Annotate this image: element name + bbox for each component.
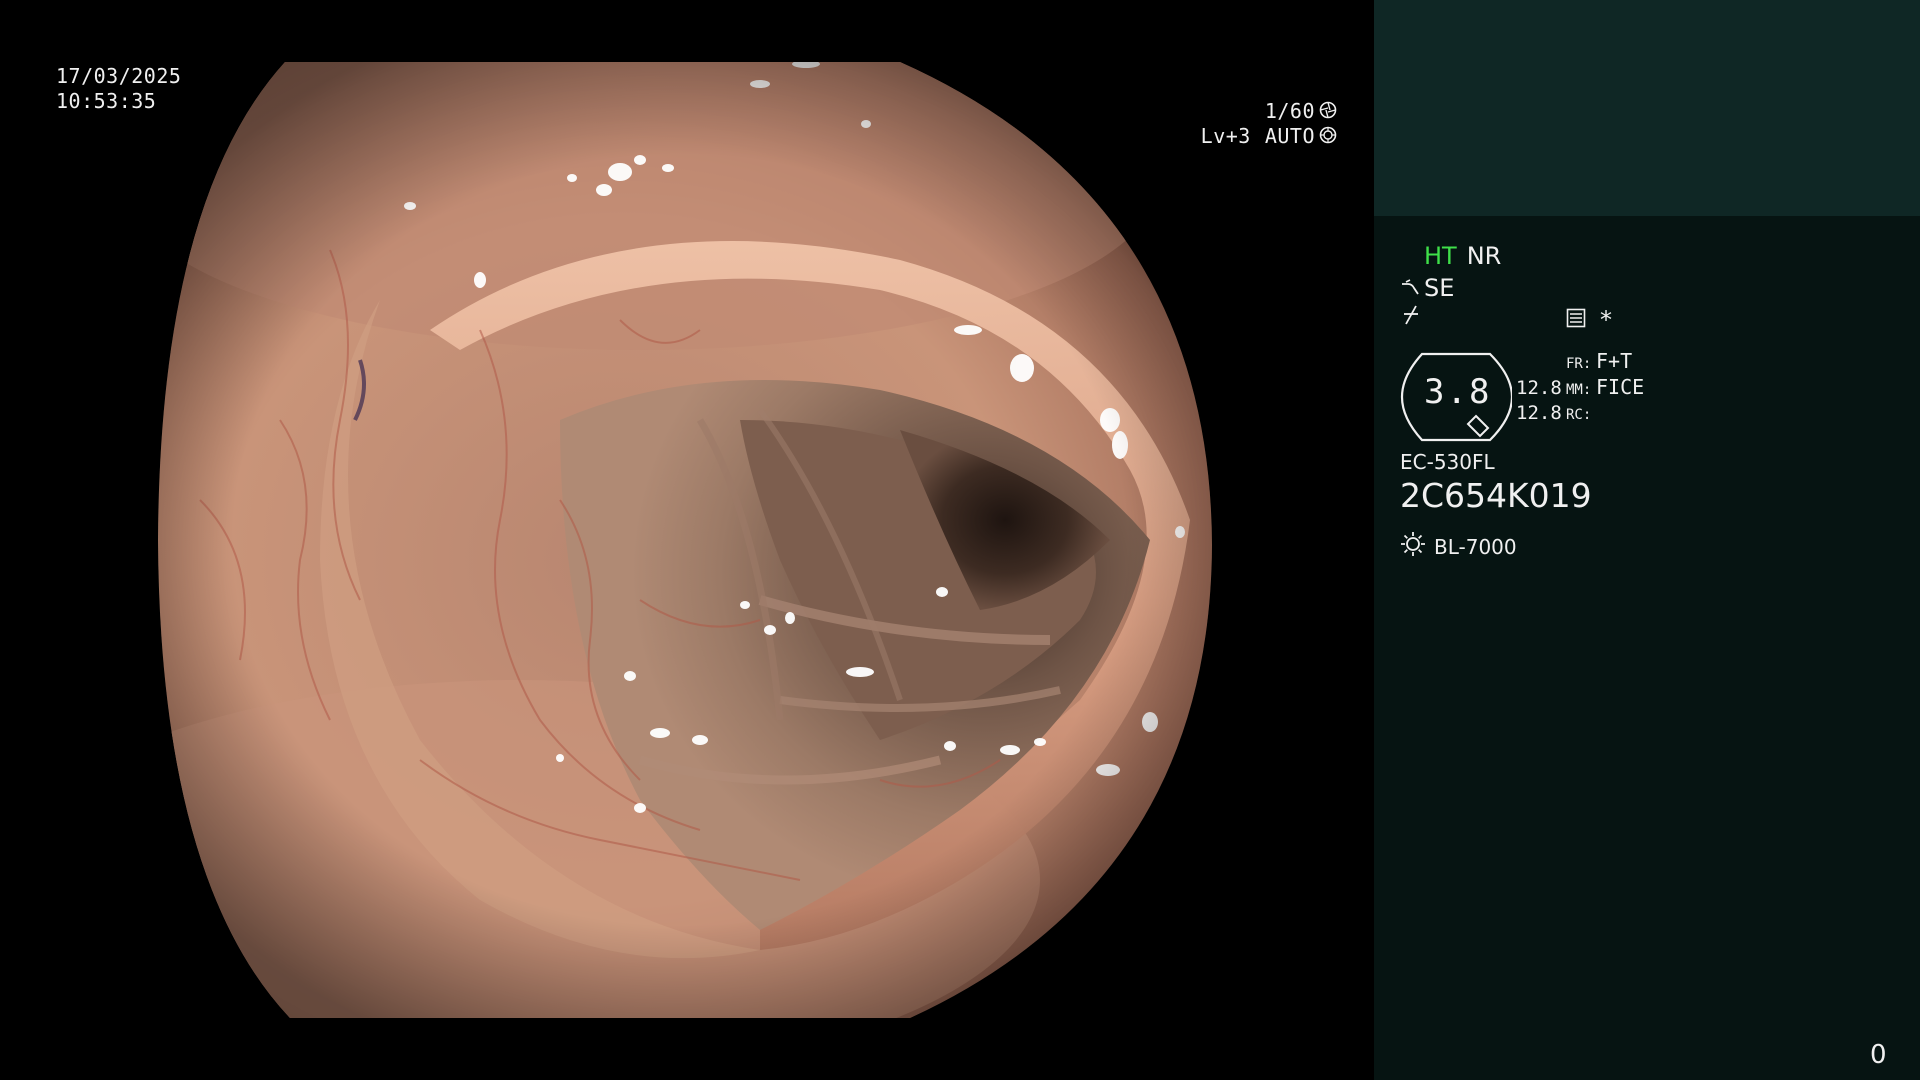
page-counter: 0 <box>1870 1040 1887 1070</box>
zoom-badge: 3.8 <box>1400 352 1514 442</box>
structure-enhancement-row: SE <box>1400 274 1454 302</box>
settings-grid: FR: F+T 12.8 MM: FICE 12.8 RC: <box>1516 348 1644 426</box>
memo-row: * <box>1566 306 1612 334</box>
patient-info-area <box>1374 0 1920 216</box>
memo-mark: * <box>1600 306 1612 334</box>
info-panel: HT NR SE * 3.8 FR: F+T 12.8 MM: FICE 12.… <box>1374 0 1920 1080</box>
light-source-icon <box>1400 531 1426 562</box>
color-tone-row <box>1400 304 1422 332</box>
endoscopy-monitor: 17/03/2025 10:53:35 1/60 Lv+3 AUTO HT NR… <box>0 0 1920 1080</box>
settings-number: 12.8 <box>1516 377 1562 399</box>
endoscopic-image <box>158 62 1212 1018</box>
enhancement-curve-icon <box>1400 274 1422 302</box>
exposure-mode-text: AUTO <box>1264 124 1315 148</box>
zoom-value: 3.8 <box>1424 372 1492 412</box>
se-label: SE <box>1424 274 1455 302</box>
settings-row: 12.8 RC: <box>1516 400 1644 426</box>
nr-mode-label: NR <box>1466 242 1502 270</box>
color-tone-icon <box>1400 304 1422 332</box>
time-text: 10:53:35 <box>56 89 157 113</box>
light-source-row: BL-7000 <box>1400 531 1517 562</box>
scope-model: EC-530FL <box>1400 450 1495 474</box>
light-source-model: BL-7000 <box>1434 534 1517 559</box>
shutter-row: 1/60 <box>1201 99 1338 124</box>
settings-value: FICE <box>1596 375 1645 399</box>
video-feed-area: 17/03/2025 10:53:35 1/60 Lv+3 AUTO <box>0 0 1374 1080</box>
exposure-row: Lv+3 AUTO <box>1201 124 1338 149</box>
level-text: Lv+3 <box>1200 124 1251 148</box>
aperture-icon <box>1318 101 1338 123</box>
settings-row: FR: F+T <box>1516 348 1644 374</box>
scope-serial-number: 2C654K019 <box>1400 476 1592 515</box>
exposure-overlay: 1/60 Lv+3 AUTO <box>1201 99 1338 149</box>
settings-key: FR: <box>1566 356 1592 372</box>
settings-key: RC: <box>1566 407 1592 423</box>
mode-row: HT NR <box>1424 242 1501 270</box>
settings-number: 12.8 <box>1516 402 1562 424</box>
settings-row: 12.8 MM: FICE <box>1516 374 1644 400</box>
memo-icon <box>1566 306 1586 334</box>
date-text: 17/03/2025 <box>56 64 182 88</box>
iris-icon <box>1318 126 1338 148</box>
shutter-speed-text: 1/60 <box>1264 99 1315 123</box>
date-time-overlay: 17/03/2025 10:53:35 <box>56 64 181 114</box>
settings-value: F+T <box>1596 349 1633 373</box>
ht-mode-label: HT <box>1424 242 1457 270</box>
settings-key: MM: <box>1566 382 1592 398</box>
